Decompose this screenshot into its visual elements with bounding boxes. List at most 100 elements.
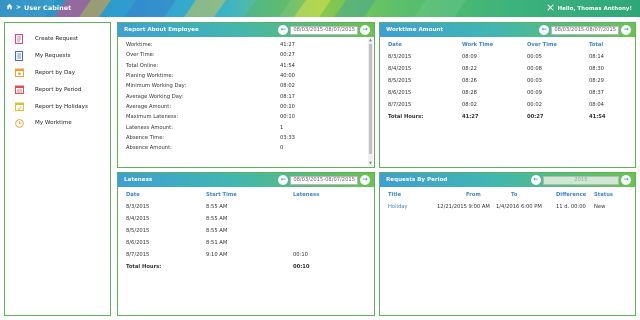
request-link[interactable]: Holiday xyxy=(388,204,408,210)
next-arrow-icon[interactable]: → xyxy=(621,175,631,185)
table-cell: 08:14 xyxy=(589,54,604,60)
report-row: Average Working Day: 08:17 xyxy=(126,93,295,100)
clock-icon xyxy=(14,118,24,129)
column-header[interactable]: Difference xyxy=(556,192,586,198)
sidebar-item-report-by-holidays[interactable]: Report by Holidays xyxy=(5,98,110,115)
date-range-control: ← 08/03/2015-08/07/2015 → xyxy=(278,175,370,185)
table-cell: 08:22 xyxy=(462,66,477,72)
report-row: Average Amount: 00:10 xyxy=(126,103,295,110)
sidebar-item-label: My Worktime xyxy=(35,120,72,127)
column-header[interactable]: Date xyxy=(388,42,402,48)
sidebar-item-label: Report by Day xyxy=(35,69,76,76)
date-range-input[interactable]: 08/03/2015-08/07/2015 xyxy=(551,25,619,35)
sidebar-item-label: Report by Holidays xyxy=(35,103,88,110)
table-cell: 8:55 AM xyxy=(206,216,228,222)
table-cell: 1/4/2016 6:00 PM xyxy=(496,204,542,210)
table-cell: 00:09 xyxy=(527,90,542,96)
sidebar-item-create-request[interactable]: Create Request xyxy=(5,31,110,48)
lateness-panel-header: Lateness ← 08/03/2015-08/07/2015 → xyxy=(118,173,374,187)
requests-panel-header: Requests By Period ← 2015 → xyxy=(380,173,635,187)
table-cell: 8:55 AM xyxy=(206,228,228,234)
date-range-input[interactable]: 08/03/2015-08/07/2015 xyxy=(290,175,358,185)
scroll-up-icon[interactable]: ▲ xyxy=(368,38,373,43)
calendar-day-icon xyxy=(14,67,24,78)
panel-title: Report About Employee xyxy=(124,27,199,33)
report-row: Absence Amount: 0 xyxy=(126,145,284,152)
total-cell: 00:27 xyxy=(527,114,544,120)
total-cell: 41:27 xyxy=(462,114,479,120)
table-cell: 00:08 xyxy=(527,66,542,72)
column-header[interactable]: Over Time xyxy=(527,42,557,48)
year-input[interactable]: 2015 xyxy=(543,175,619,185)
panel-title: Worktime Amount xyxy=(386,27,444,33)
column-header[interactable]: Lateness xyxy=(293,192,319,198)
worktime-panel: Worktime Amount ← 08/03/2015-08/07/2015 … xyxy=(379,22,636,168)
table-cell: 8/4/2015 xyxy=(388,66,412,72)
tools-icon[interactable] xyxy=(546,4,554,13)
user-greeting[interactable]: Hello, Thomas Anthony! xyxy=(558,6,632,12)
table-cell: 08:29 xyxy=(589,78,604,84)
column-header[interactable]: Total xyxy=(589,42,603,48)
panel-title: Lateness xyxy=(124,177,153,183)
table-cell: 8/7/2015 xyxy=(388,102,412,108)
total-cell: 00:10 xyxy=(293,264,310,270)
column-header[interactable]: Start Time xyxy=(206,192,237,198)
table-cell: 8:55 AM xyxy=(206,204,228,210)
report-row: Lateness Amount: 1 xyxy=(126,124,284,131)
table-cell: 8:51 AM xyxy=(206,240,228,246)
sidebar-item-report-by-day[interactable]: Report by Day xyxy=(5,65,110,82)
sidebar-item-my-requests[interactable]: My Requests xyxy=(5,48,110,65)
home-icon[interactable] xyxy=(6,3,13,12)
table-cell: 8/3/2015 xyxy=(126,204,150,210)
report-row: Over Time: 00:27 xyxy=(126,52,295,59)
table-cell: 08:28 xyxy=(462,90,477,96)
table-cell: 8/5/2015 xyxy=(126,228,150,234)
form-icon xyxy=(14,34,24,45)
total-label: Total Hours: xyxy=(126,264,162,270)
table-cell: 00:03 xyxy=(527,78,542,84)
table-cell: 08:30 xyxy=(589,66,604,72)
table-cell: 08:09 xyxy=(462,54,477,60)
next-arrow-icon[interactable]: → xyxy=(360,175,370,185)
page-title: User Cabinet xyxy=(24,3,72,12)
column-header[interactable]: Status xyxy=(594,192,613,198)
total-label: Total Hours: xyxy=(388,114,424,120)
table-cell: 12/21/2015 9:00 AM xyxy=(437,204,490,210)
sidebar-item-label: My Requests xyxy=(35,53,71,60)
table-cell: 11 d. 00:00 xyxy=(556,204,586,210)
lateness-panel: Lateness ← 08/03/2015-08/07/2015 → Date … xyxy=(117,172,375,316)
worktime-panel-header: Worktime Amount ← 08/03/2015-08/07/2015 … xyxy=(380,23,635,37)
column-header[interactable]: To xyxy=(511,192,517,198)
table-cell: 08:04 xyxy=(589,102,604,108)
column-header[interactable]: Date xyxy=(126,192,140,198)
column-header[interactable]: Title xyxy=(388,192,401,198)
date-range-input[interactable]: 08/03/2015-08/07/2015 xyxy=(290,25,358,35)
list-icon xyxy=(14,51,24,62)
vertical-scrollbar[interactable]: ▲ ▼ xyxy=(368,38,373,166)
table-cell: 8/3/2015 xyxy=(388,54,412,60)
panel-title: Requests By Period xyxy=(386,177,448,183)
table-cell: 8/4/2015 xyxy=(126,216,150,222)
column-header[interactable]: Work Time xyxy=(462,42,493,48)
prev-arrow-icon[interactable]: ← xyxy=(278,25,289,35)
prev-arrow-icon[interactable]: ← xyxy=(531,175,541,185)
sidebar-item-label: Create Request xyxy=(35,36,79,43)
report-row: Total Online: 41:54 xyxy=(126,62,295,69)
chevron-right-icon: > xyxy=(16,4,22,11)
prev-arrow-icon[interactable]: ← xyxy=(278,175,289,185)
scrollbar-thumb[interactable] xyxy=(369,44,372,154)
table-cell: 08:37 xyxy=(589,90,604,96)
sidebar-item-my-worktime[interactable]: My Worktime xyxy=(5,115,110,132)
next-arrow-icon[interactable]: → xyxy=(360,25,370,35)
sidebar-item-label: Report by Period xyxy=(35,86,82,93)
sidebar-item-report-by-period[interactable]: Report by Period xyxy=(5,81,110,98)
report-row: Planing Worktime: 40:00 xyxy=(126,73,295,80)
prev-arrow-icon[interactable]: ← xyxy=(539,25,550,35)
table-cell: 00:05 xyxy=(527,54,542,60)
table-cell: 9:10 AM xyxy=(206,252,228,258)
top-bar: > User Cabinet Hello, Thomas Anthony! xyxy=(0,0,640,17)
table-cell: 8/6/2015 xyxy=(126,240,150,246)
column-header[interactable]: From xyxy=(466,192,481,198)
scroll-down-icon[interactable]: ▼ xyxy=(368,161,373,166)
next-arrow-icon[interactable]: → xyxy=(621,25,631,35)
